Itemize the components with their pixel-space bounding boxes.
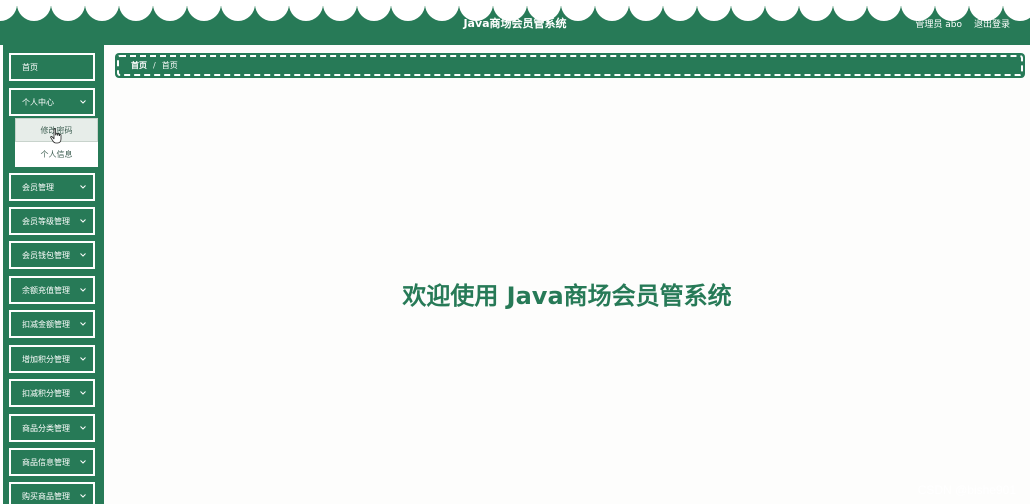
sidebar-item-add-points[interactable]: 增加积分管理 [9, 345, 95, 373]
main-content: 首页 / 首页 欢迎使用 Java商场会员管系统 CSDN @bishe901 [104, 45, 1030, 504]
sidebar-item-label: 会员等级管理 [22, 216, 70, 226]
sidebar-item-label: 商品信息管理 [22, 457, 70, 467]
chevron-down-icon [80, 219, 86, 223]
sidebar-item-label: 购买商品管理 [22, 491, 70, 501]
breadcrumb-current: 首页 [161, 61, 178, 70]
welcome-heading: 欢迎使用 Java商场会员管系统 [402, 282, 732, 310]
hand-cursor-icon [50, 128, 62, 144]
chevron-down-icon [80, 426, 86, 430]
app-title: Java商场会员管系统 [463, 17, 567, 30]
sidebar-item-product-info[interactable]: 商品信息管理 [9, 448, 95, 476]
sidebar-item-personal-center[interactable]: 个人中心 [9, 88, 95, 116]
sidebar-item-member-wallet[interactable]: 会员钱包管理 [9, 241, 95, 269]
sidebar-item-deduct-amount[interactable]: 扣减金额管理 [9, 310, 95, 338]
sidebar-item-product-category[interactable]: 商品分类管理 [9, 414, 95, 442]
chevron-down-icon [80, 357, 86, 361]
sidebar-item-home[interactable]: 首页 [9, 53, 95, 81]
top-header: Java商场会员管系统 管理员 abo 退出登录 [0, 0, 1030, 45]
logout-link[interactable]: 退出登录 [974, 17, 1010, 30]
watermark-text: CSDN @bishe901 [917, 483, 1016, 497]
chevron-down-icon [80, 253, 86, 257]
sidebar-item-deduct-points[interactable]: 扣减积分管理 [9, 379, 95, 407]
chevron-down-icon [80, 322, 86, 326]
chevron-down-icon [80, 391, 86, 395]
sidebar-item-label: 增加积分管理 [22, 354, 70, 364]
chevron-down-icon [80, 460, 86, 464]
current-user-label: 管理员 abo [915, 20, 962, 30]
breadcrumb-separator: / [153, 61, 156, 70]
chevron-down-icon [80, 288, 86, 292]
sidebar-item-label: 余额充值管理 [22, 285, 70, 295]
sidebar-item-member-level[interactable]: 会员等级管理 [9, 207, 95, 235]
chevron-down-icon [80, 185, 86, 189]
sidebar-item-balance-recharge[interactable]: 余额充值管理 [9, 276, 95, 304]
sidebar-item-label: 个人中心 [22, 97, 54, 107]
sidebar-item-purchase-management[interactable]: 购买商品管理 [9, 482, 95, 504]
header-user-area: 管理员 abo 退出登录 [915, 17, 1010, 30]
sidebar-item-label: 扣减积分管理 [22, 388, 70, 398]
sidebar-item-member-management[interactable]: 会员管理 [9, 173, 95, 201]
breadcrumb: 首页 / 首页 [115, 53, 1025, 78]
sidebar-item-label: 首页 [22, 62, 38, 72]
sidebar-item-label: 会员管理 [22, 182, 54, 192]
chevron-down-icon [80, 494, 86, 498]
sidebar-item-label: 扣减金额管理 [22, 319, 70, 329]
submenu-item-personal-info[interactable]: 个人信息 [15, 142, 98, 166]
sidebar-item-label: 商品分类管理 [22, 423, 70, 433]
sidebar-item-label: 会员钱包管理 [22, 250, 70, 260]
app-window: Java商场会员管系统 管理员 abo 退出登录 首页 个人中心 修改密码 个人… [0, 0, 1030, 504]
chevron-down-icon [80, 100, 86, 104]
breadcrumb-inner: 首页 / 首页 [117, 55, 1023, 76]
breadcrumb-home-link[interactable]: 首页 [131, 60, 147, 71]
sidebar-menu: 首页 个人中心 修改密码 个人信息 会员管理 会员等级管理 会员钱包管理 余额充… [3, 45, 104, 504]
